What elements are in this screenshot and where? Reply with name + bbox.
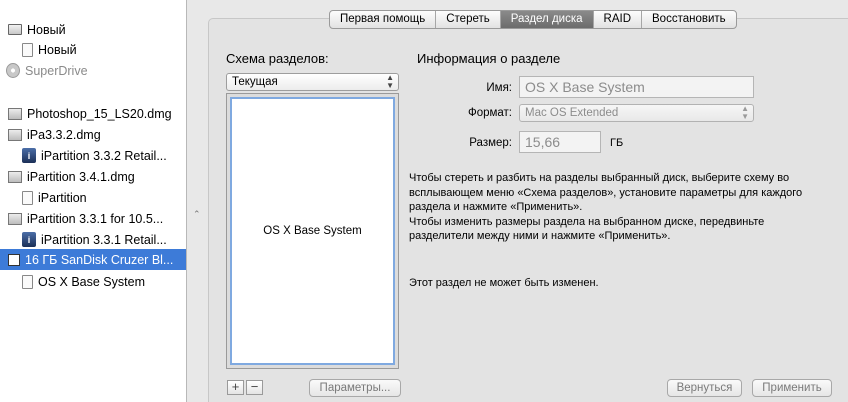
sidebar-item-label: iPartition 3.3.1 for 10.5... [27, 211, 164, 226]
volume-icon [22, 274, 33, 289]
format-value: Mac OS Extended [525, 107, 619, 119]
volume-icon [22, 190, 33, 205]
sidebar-item-os-x-base-system[interactable]: OS X Base System [0, 271, 186, 292]
tab-raid[interactable]: RAID [594, 11, 643, 28]
sidebar-resize-handle-icon[interactable]: ⌃ [193, 209, 201, 220]
name-field[interactable]: OS X Base System [519, 76, 754, 98]
sidebar-item-volume-novyi[interactable]: Новый [0, 39, 186, 60]
partition-info-title: Информация о разделе [417, 51, 561, 66]
usb-drive-icon [8, 253, 20, 266]
partition-layout-area: OS X Base System [226, 93, 399, 369]
partition-scheme-select[interactable]: Текущая ▲ ▼ [226, 73, 399, 91]
partition-block-label: OS X Base System [263, 225, 362, 237]
sidebar-item-ipa-dmg[interactable]: iPa3.3.2.dmg [0, 124, 186, 145]
size-label: Размер: [469, 137, 512, 149]
disk-image-icon [8, 170, 22, 183]
tab-bar: Первая помощь Стереть Раздел диска RAID … [329, 10, 737, 29]
disk-image-icon [8, 128, 22, 141]
options-button[interactable]: Параметры... [309, 379, 401, 397]
cd-icon [6, 63, 20, 78]
sidebar-item-sandisk-selected[interactable]: 16 ГБ SanDisk Cruzer Bl... [0, 249, 186, 270]
hard-drive-icon [8, 24, 22, 35]
sidebar-item-ipartition[interactable]: iPartition [0, 187, 186, 208]
sidebar-item-label: Photoshop_15_LS20.dmg [27, 106, 172, 121]
sidebar-item-label: 16 ГБ SanDisk Cruzer Bl... [25, 252, 174, 267]
tab-partition[interactable]: Раздел диска [500, 11, 594, 28]
status-message: Этот раздел не может быть изменен. [409, 277, 599, 289]
revert-button[interactable]: Вернуться [667, 379, 742, 397]
sidebar-item-label: Новый [27, 22, 66, 37]
sidebar-item-label: iPartition 3.3.1 Retail... [41, 232, 167, 247]
size-unit: ГБ [610, 137, 624, 149]
tab-first-aid[interactable]: Первая помощь [330, 11, 437, 28]
format-select[interactable]: Mac OS Extended ▲ ▼ [519, 104, 754, 122]
sidebar: Новый Новый SuperDrive Photoshop_15_LS20… [0, 0, 187, 402]
volume-icon [22, 42, 33, 57]
app-volume-icon: i [22, 148, 36, 163]
sidebar-item-label: iPartition 3.4.1.dmg [27, 169, 135, 184]
size-field[interactable]: 15,66 [519, 131, 601, 153]
apply-button[interactable]: Применить [752, 379, 832, 397]
app-volume-icon: i [22, 232, 36, 247]
sidebar-item-label: Новый [38, 42, 77, 57]
sidebar-item-disk-novyi[interactable]: Новый [0, 19, 186, 40]
tab-erase[interactable]: Стереть [436, 11, 501, 28]
updown-arrows-icon: ▲ ▼ [386, 73, 394, 90]
updown-arrows-icon: ▲ ▼ [741, 104, 749, 121]
disk-image-icon [8, 107, 22, 120]
sidebar-item-photoshop-dmg[interactable]: Photoshop_15_LS20.dmg [0, 103, 186, 124]
sidebar-item-ipartition-332-retail[interactable]: i iPartition 3.3.2 Retail... [0, 145, 186, 166]
tab-restore[interactable]: Восстановить [642, 11, 736, 28]
remove-partition-button[interactable]: − [246, 380, 263, 395]
sidebar-item-label: OS X Base System [38, 274, 145, 289]
sidebar-item-label: iPa3.3.2.dmg [27, 127, 101, 142]
name-label: Имя: [486, 82, 512, 94]
sidebar-item-label: iPartition [38, 190, 87, 205]
format-label: Формат: [467, 107, 512, 119]
sidebar-item-label: iPartition 3.3.2 Retail... [41, 148, 167, 163]
sidebar-item-ipartition-331-retail[interactable]: i iPartition 3.3.1 Retail... [0, 229, 186, 250]
partition-scheme-title: Схема разделов: [226, 51, 329, 66]
sidebar-item-superdrive[interactable]: SuperDrive [0, 60, 186, 81]
partition-scheme-value: Текущая [232, 76, 278, 88]
instructions-text: Чтобы стереть и разбить на разделы выбра… [409, 172, 803, 243]
disk-image-icon [8, 212, 22, 225]
sidebar-item-ipartition-331-dmg[interactable]: iPartition 3.3.1 for 10.5... [0, 208, 186, 229]
add-partition-button[interactable]: + [227, 380, 244, 395]
sidebar-item-ipartition-341-dmg[interactable]: iPartition 3.4.1.dmg [0, 166, 186, 187]
partition-block[interactable]: OS X Base System [230, 97, 395, 365]
sidebar-item-label: SuperDrive [25, 63, 88, 78]
